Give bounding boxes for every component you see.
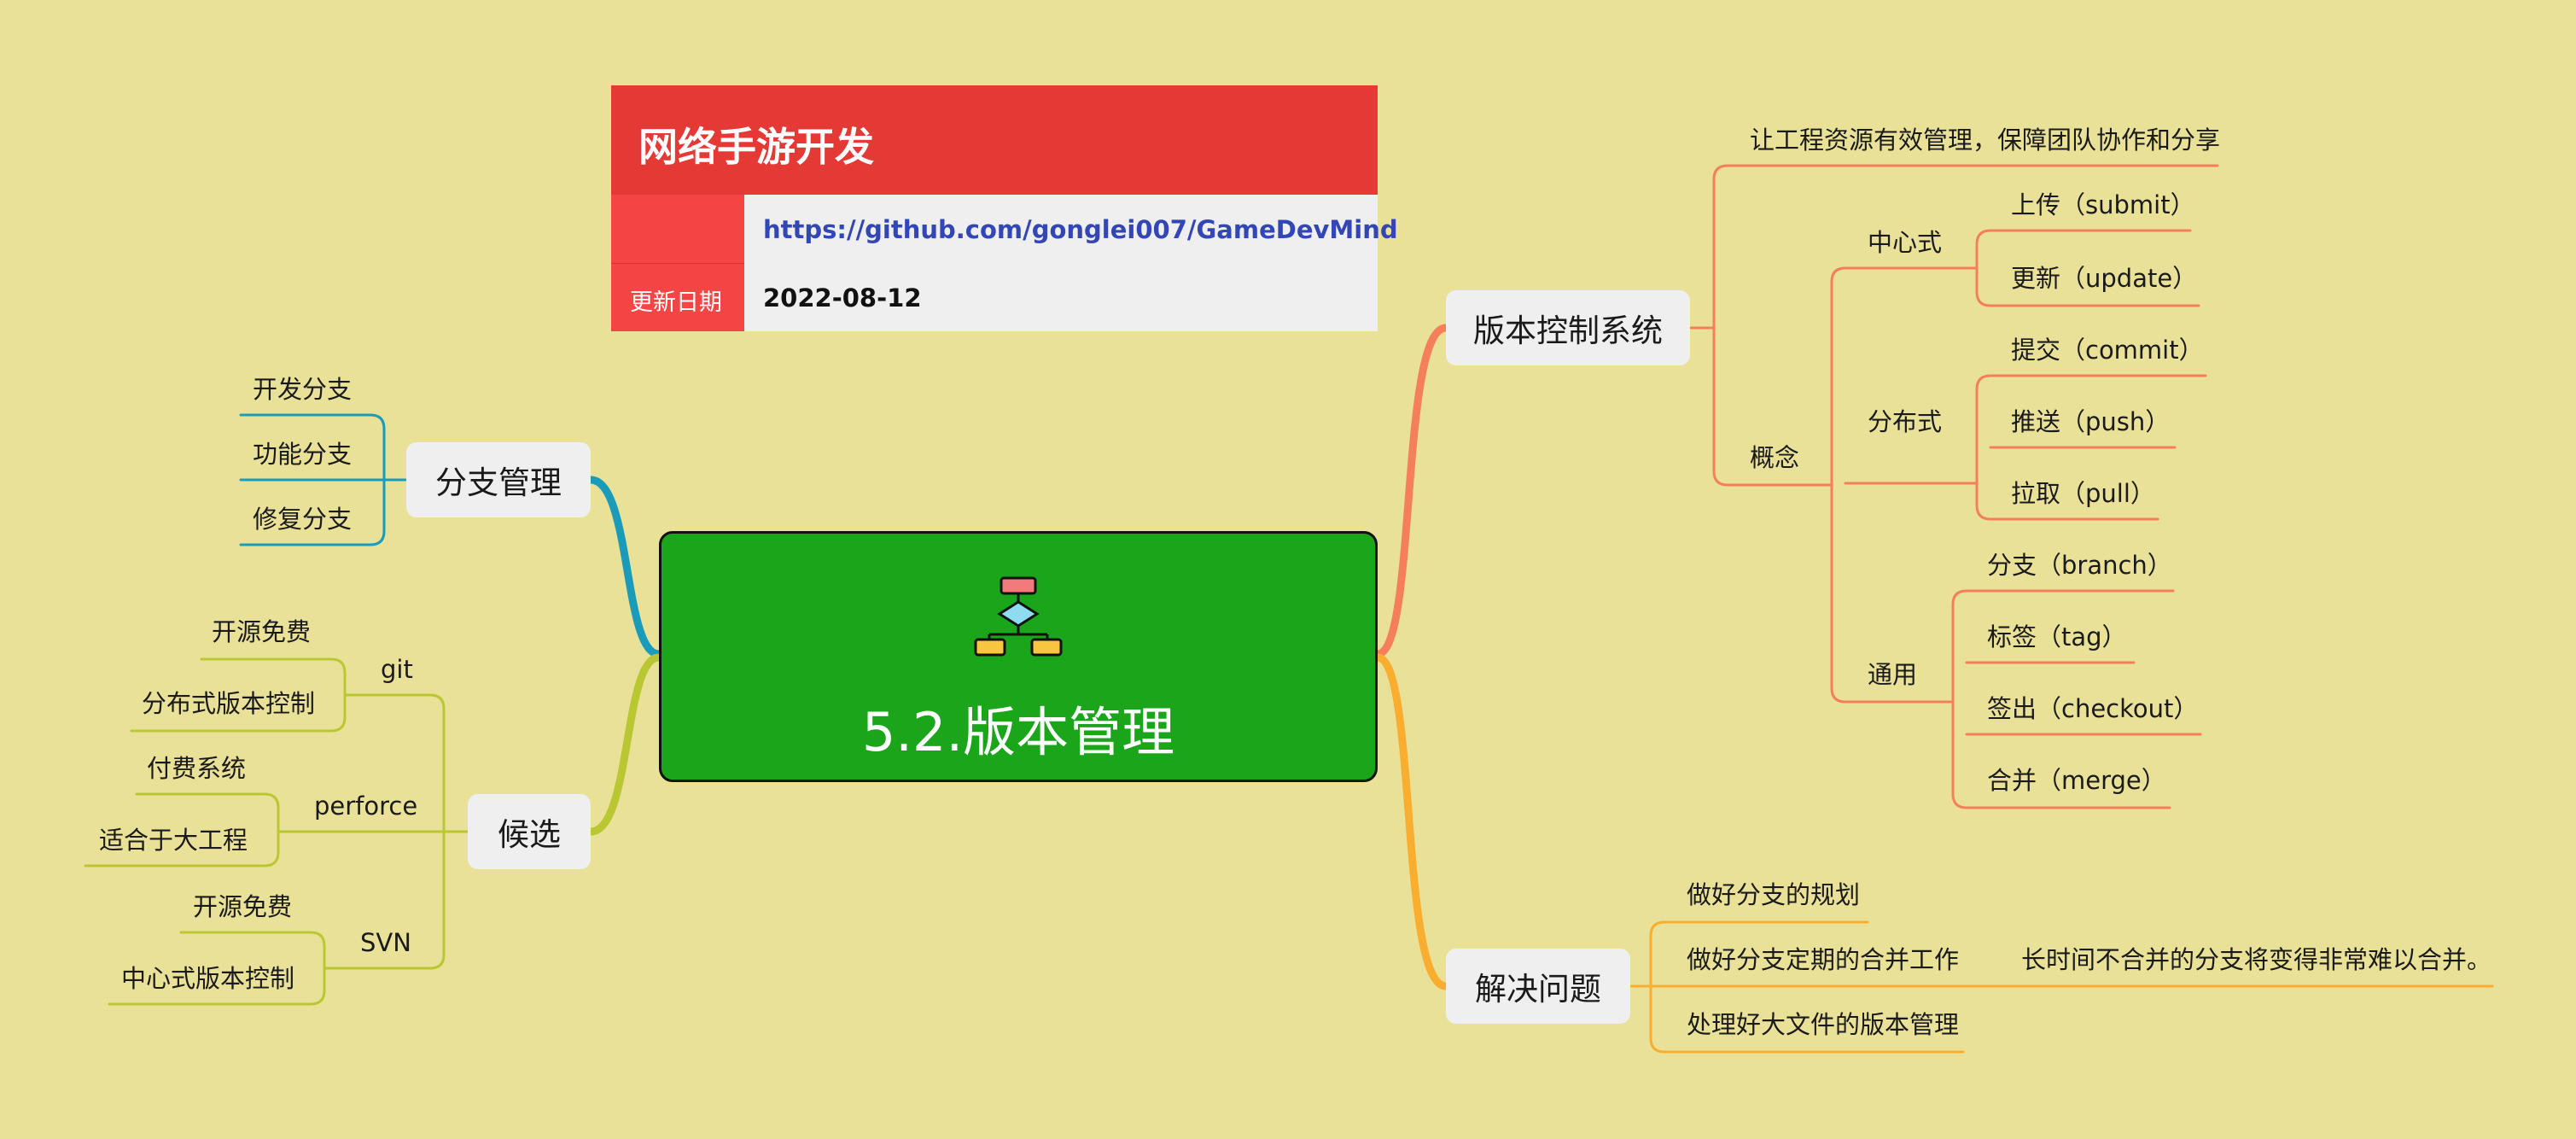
vc-item-merge[interactable]: 合并（merge） xyxy=(1987,768,2166,793)
banner-title: 网络手游开发 xyxy=(638,124,874,170)
flowchart-icon xyxy=(974,576,1063,657)
connector-branch-mgmt xyxy=(586,476,663,658)
perforce-paid[interactable]: 付费系统 xyxy=(147,756,246,781)
banner-title-bar: 网络手游开发 xyxy=(611,85,1378,195)
vc-item-branch[interactable]: 分支（branch） xyxy=(1987,553,2172,578)
branch-hotfix[interactable]: 修复分支 xyxy=(253,507,352,532)
problem-branch-planning[interactable]: 做好分支的规划 xyxy=(1687,883,1860,908)
vc-item-tag[interactable]: 标签（tag） xyxy=(1987,625,2127,650)
vc-item-pull[interactable]: 拉取（pull） xyxy=(2011,482,2155,506)
central-topic-title: 5.2.版本管理 xyxy=(861,701,1175,763)
vc-item-push[interactable]: 推送（push） xyxy=(2011,410,2170,435)
git-distributed[interactable]: 分布式版本控制 xyxy=(142,692,315,716)
vc-distributed[interactable]: 分布式 xyxy=(1868,410,1942,435)
topic-problems[interactable]: 解决问题 xyxy=(1446,949,1630,1024)
problem-merge-note[interactable]: 长时间不合并的分支将变得非常难以合并。 xyxy=(2021,948,2491,973)
repository-link[interactable]: https://github.com/gonglei007/GameDevMin… xyxy=(763,215,1398,244)
svn-centralized[interactable]: 中心式版本控制 xyxy=(121,967,294,991)
update-date-label: 更新日期 xyxy=(630,289,722,316)
git-open-source[interactable]: 开源免费 xyxy=(212,620,311,645)
update-date: 2022-08-12 xyxy=(763,283,922,312)
topic-candidates[interactable]: 候选 xyxy=(468,794,591,869)
perforce-large-projects[interactable]: 适合于大工程 xyxy=(99,828,248,853)
vc-common[interactable]: 通用 xyxy=(1868,663,1917,687)
header-banner: 网络手游开发 https://github.com/gonglei007/Gam… xyxy=(611,85,1398,331)
vc-item-commit[interactable]: 提交（commit） xyxy=(2011,338,2204,363)
central-topic[interactable]: 5.2.版本管理 xyxy=(659,531,1378,782)
vc-item-submit[interactable]: 上传（submit） xyxy=(2011,193,2195,218)
vc-concept[interactable]: 概念 xyxy=(1750,446,1799,470)
banner-link-label-cell xyxy=(611,195,744,263)
connector-version-control xyxy=(1373,324,1450,658)
vc-centralized[interactable]: 中心式 xyxy=(1868,231,1942,255)
branch-feature[interactable]: 功能分支 xyxy=(253,442,352,467)
vc-item-update[interactable]: 更新（update） xyxy=(2011,266,2197,291)
svn-open-source[interactable]: 开源免费 xyxy=(193,895,292,920)
topic-branch-management[interactable]: 分支管理 xyxy=(406,442,591,517)
candidate-svn[interactable]: SVN xyxy=(360,931,411,955)
problem-regular-merge[interactable]: 做好分支定期的合并工作 xyxy=(1687,948,1959,973)
vc-goal[interactable]: 让工程资源有效管理，保障团队协作和分享 xyxy=(1750,128,2220,153)
problem-large-files[interactable]: 处理好大文件的版本管理 xyxy=(1687,1013,1959,1037)
vc-item-checkout[interactable]: 签出（checkout） xyxy=(1987,697,2198,721)
branch-development[interactable]: 开发分支 xyxy=(253,377,352,402)
candidate-git[interactable]: git xyxy=(381,657,413,682)
connector-problems xyxy=(1373,653,1450,990)
topic-version-control[interactable]: 版本控制系统 xyxy=(1446,290,1690,365)
candidate-perforce[interactable]: perforce xyxy=(314,794,417,819)
connector-candidates xyxy=(586,653,663,836)
